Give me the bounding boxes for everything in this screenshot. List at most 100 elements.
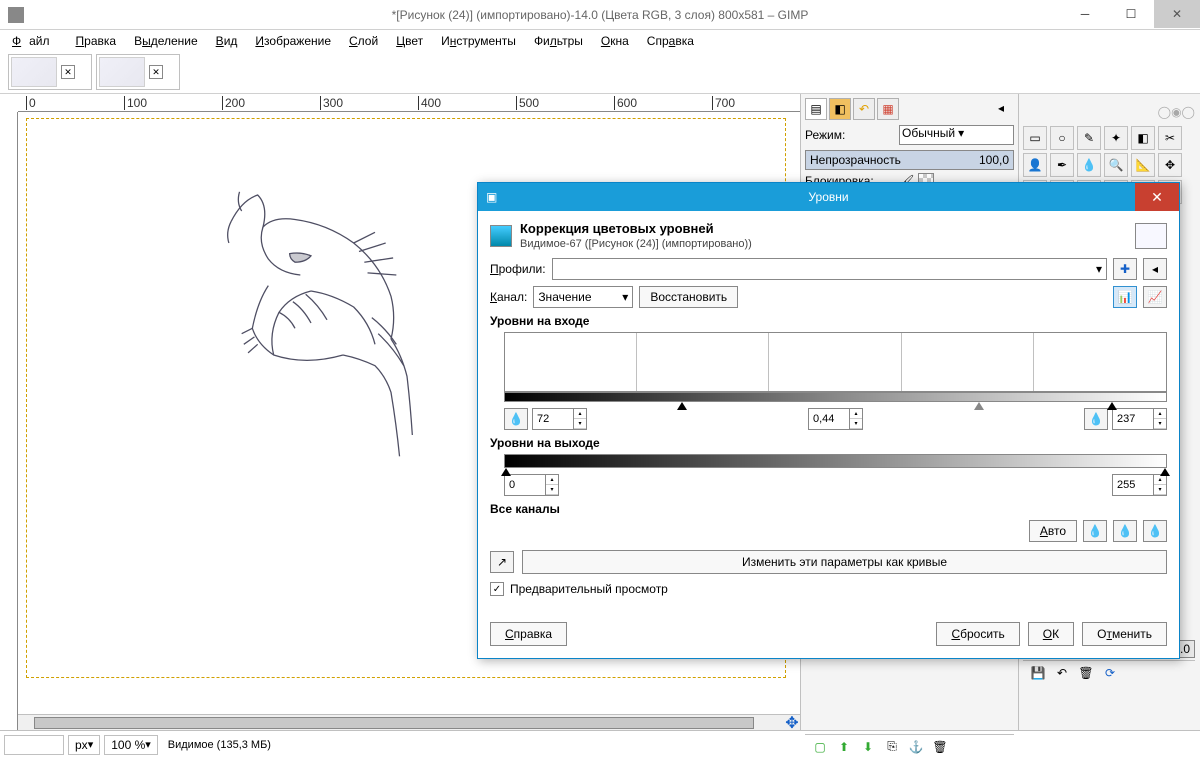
menu-file[interactable]: Файл [4, 32, 66, 50]
scrollbar-thumb[interactable] [34, 717, 754, 729]
channel-select[interactable]: Значение▾ [533, 286, 633, 308]
output-white-handle[interactable] [1160, 468, 1170, 476]
input-high-spinner[interactable]: ▴▾ [1112, 408, 1167, 430]
menu-edit[interactable]: Правка [68, 32, 125, 50]
main-titlebar: *[Рисунок (24)] (импортировано)-14.0 (Цв… [0, 0, 1200, 30]
profiles-row: Профили: ▾ ✚ ◂ [490, 258, 1167, 280]
preview-checkbox[interactable]: ✓ [490, 582, 504, 596]
menu-color[interactable]: Цвет [388, 32, 431, 50]
pick-black-icon[interactable]: 💧 [1083, 520, 1107, 542]
histogram[interactable] [504, 332, 1167, 392]
input-low-field[interactable] [533, 409, 573, 429]
menu-view[interactable]: Вид [208, 32, 246, 50]
edit-curve-icon[interactable]: ↗ [490, 551, 514, 573]
output-low-field[interactable] [505, 475, 545, 495]
zoom-tool-icon[interactable]: 🔍 [1104, 153, 1128, 177]
menu-select[interactable]: Выделение [126, 32, 206, 50]
reset-channel-button[interactable]: Восстановить [639, 286, 738, 308]
save-options-icon[interactable]: 💾 [1029, 664, 1047, 682]
input-high-field[interactable] [1113, 409, 1153, 429]
document-tab-2[interactable]: ✕ [96, 54, 180, 90]
fuzzy-select-tool-icon[interactable]: ✦ [1104, 126, 1128, 150]
white-eyedropper-icon[interactable]: 💧 [1084, 408, 1108, 430]
output-low-spinner[interactable]: ▴▾ [504, 474, 559, 496]
histogram-log-icon[interactable]: 📈 [1143, 286, 1167, 308]
help-button[interactable]: Справка [490, 622, 567, 646]
pick-white-icon[interactable]: 💧 [1143, 520, 1167, 542]
dialog-icon: ▣ [486, 190, 497, 204]
preview-label: Предварительный просмотр [510, 582, 668, 596]
unit-select[interactable]: px ▾ [68, 735, 100, 755]
profiles-label: Профили: [490, 262, 546, 276]
reset-options-icon[interactable]: ⟳ [1101, 664, 1119, 682]
menu-image[interactable]: Изображение [247, 32, 339, 50]
zoom-select[interactable]: 100 % ▾ [104, 735, 158, 755]
edit-as-curves-button[interactable]: Изменить эти параметры как кривые [522, 550, 1167, 574]
mode-select[interactable]: Обычный ▾ [899, 125, 1014, 145]
menu-filters[interactable]: Фильтры [526, 32, 591, 50]
minimize-button[interactable]: ─ [1062, 0, 1108, 28]
black-eyedropper-icon[interactable]: 💧 [504, 408, 528, 430]
dialog-titlebar[interactable]: ▣ Уровни ✕ [478, 183, 1179, 211]
ruler-horizontal[interactable]: 0 100 200 300 400 500 600 700 [18, 94, 800, 112]
output-gradient[interactable] [504, 454, 1167, 468]
pick-gray-icon[interactable]: 💧 [1113, 520, 1137, 542]
horizontal-scrollbar[interactable]: ✥ [18, 714, 800, 730]
foreground-tool-icon[interactable]: 👤 [1023, 153, 1047, 177]
restore-options-icon[interactable]: ↶ [1053, 664, 1071, 682]
panel-menu-icon[interactable]: ◂ [998, 101, 1014, 117]
delete-options-icon[interactable]: 🗑 [1077, 664, 1095, 682]
close-button[interactable]: ✕ [1154, 0, 1200, 28]
undo-tab-icon[interactable]: ▦ [877, 98, 899, 120]
profile-menu-icon[interactable]: ◂ [1143, 258, 1167, 280]
free-select-tool-icon[interactable]: ✎ [1077, 126, 1101, 150]
dialog-body: Коррекция цветовых уровней Видимое-67 ([… [478, 211, 1179, 614]
color-picker-tool-icon[interactable]: 💧 [1077, 153, 1101, 177]
menu-windows[interactable]: Окна [593, 32, 637, 50]
dialog-title: Уровни [808, 190, 848, 204]
input-gamma-field[interactable] [809, 409, 849, 429]
ruler-tick: 300 [320, 96, 343, 110]
output-values-row: ▴▾ ▴▾ [504, 474, 1167, 496]
menu-help[interactable]: Справка [639, 32, 702, 50]
rect-select-tool-icon[interactable]: ▭ [1023, 126, 1047, 150]
output-high-field[interactable] [1113, 475, 1153, 495]
ellipse-select-tool-icon[interactable]: ○ [1050, 126, 1074, 150]
dialog-heading: Коррекция цветовых уровней [520, 221, 714, 236]
output-high-spinner[interactable]: ▴▾ [1112, 474, 1167, 496]
ruler-tick: 400 [418, 96, 441, 110]
opacity-slider[interactable]: Непрозрачность 100,0 [805, 150, 1014, 170]
ruler-vertical[interactable] [0, 112, 18, 730]
scissors-tool-icon[interactable]: ✂ [1158, 126, 1182, 150]
move-tool-icon[interactable]: ✥ [1158, 153, 1182, 177]
ok-button[interactable]: ОК [1028, 622, 1074, 646]
paths-tool-icon[interactable]: ✒ [1050, 153, 1074, 177]
channels-tab-icon[interactable]: ◧ [829, 98, 851, 120]
histogram-linear-icon[interactable]: 📊 [1113, 286, 1137, 308]
doctab-close-icon[interactable]: ✕ [61, 65, 75, 79]
profiles-select[interactable]: ▾ [552, 258, 1107, 280]
input-black-handle[interactable] [677, 402, 687, 410]
output-black-handle[interactable] [501, 468, 511, 476]
reset-button[interactable]: Сбросить [936, 622, 1019, 646]
color-select-tool-icon[interactable]: ◧ [1131, 126, 1155, 150]
input-white-handle[interactable] [1107, 402, 1117, 410]
all-channels-row: Авто 💧 💧 💧 [490, 520, 1167, 542]
input-gamma-spinner[interactable]: ▴▾ [808, 408, 863, 430]
input-gradient[interactable] [504, 392, 1167, 402]
dialog-close-button[interactable]: ✕ [1135, 183, 1179, 211]
menu-layer[interactable]: Слой [341, 32, 386, 50]
menu-tools[interactable]: Инструменты [433, 32, 524, 50]
layers-tab-icon[interactable]: ▤ [805, 98, 827, 120]
doctab-close-icon[interactable]: ✕ [149, 65, 163, 79]
input-gamma-handle[interactable] [974, 402, 984, 410]
measure-tool-icon[interactable]: 📐 [1131, 153, 1155, 177]
cancel-button[interactable]: Отменить [1082, 622, 1167, 646]
maximize-button[interactable]: ☐ [1108, 0, 1154, 28]
paths-tab-icon[interactable]: ↶ [853, 98, 875, 120]
document-tab-1[interactable]: ✕ [8, 54, 92, 90]
navigator-icon[interactable]: ✥ [784, 716, 800, 730]
input-low-spinner[interactable]: ▴▾ [532, 408, 587, 430]
auto-button[interactable]: Авто [1029, 520, 1077, 542]
add-profile-icon[interactable]: ✚ [1113, 258, 1137, 280]
